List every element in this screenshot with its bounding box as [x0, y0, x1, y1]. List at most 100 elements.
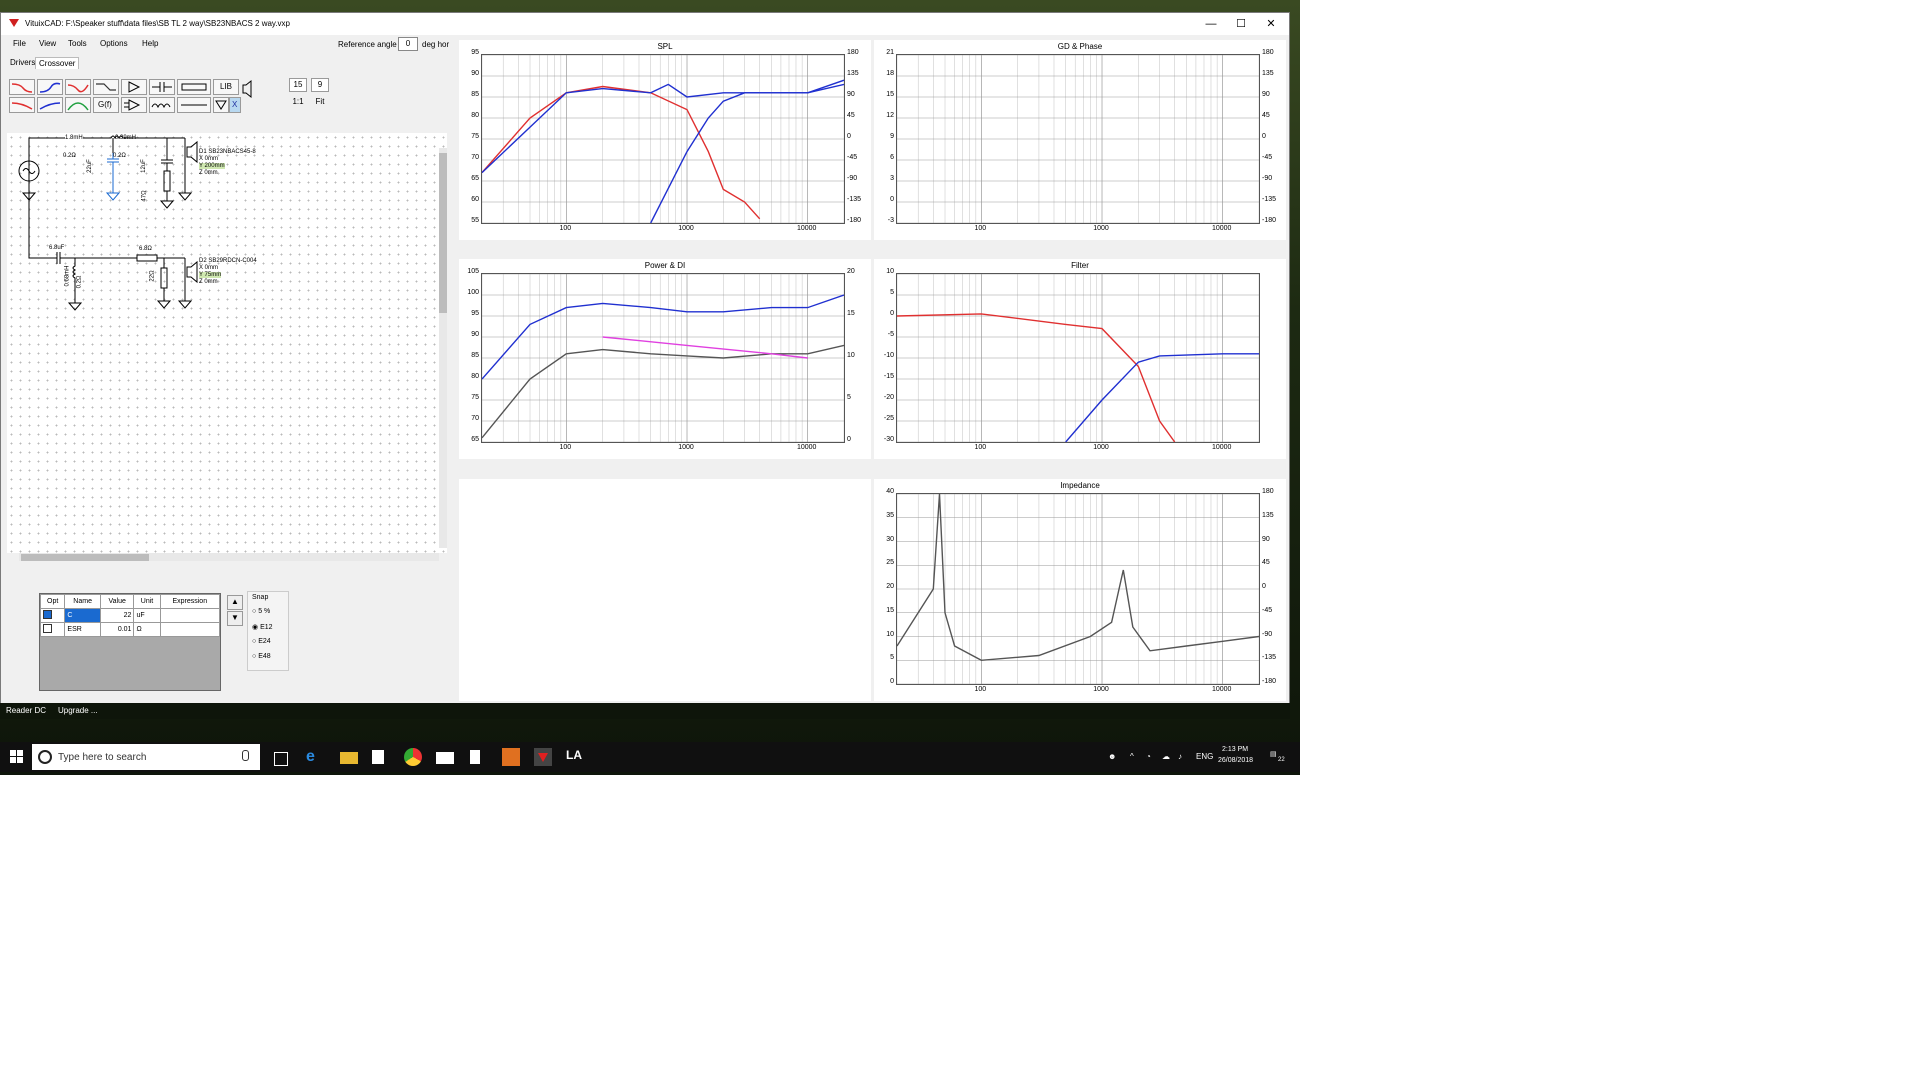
menu-options[interactable]: Options — [100, 39, 128, 48]
y-left-tick-label: 85 — [471, 352, 479, 359]
lowpass-alt-icon[interactable] — [9, 97, 35, 113]
resistor-icon[interactable] — [177, 79, 211, 95]
calculator-icon[interactable] — [502, 748, 520, 766]
tab-drivers[interactable]: Drivers — [7, 57, 38, 68]
lowpass-icon[interactable] — [9, 79, 35, 95]
windows-start-icon[interactable] — [10, 750, 24, 764]
r6-label[interactable]: 22Ω — [150, 270, 156, 281]
file-explorer-icon[interactable] — [340, 752, 358, 764]
zoom-reset-button[interactable]: 1:1 — [289, 96, 307, 110]
highpass-alt-icon[interactable] — [37, 97, 63, 113]
opamp-icon[interactable] — [121, 97, 147, 113]
delete-button[interactable]: X — [229, 97, 241, 113]
schematic-vertical-scroll-thumb[interactable] — [439, 153, 447, 313]
param-expression[interactable] — [159, 608, 221, 623]
library-button[interactable]: LIB — [213, 79, 239, 95]
snap-option-e24[interactable]: ○ E24 — [252, 638, 271, 645]
spl-graph-panel[interactable]: SPL 95 90 85 80 75 70 65 60 55 180 135 90 45 0 -45 -90 -1… — [459, 40, 871, 240]
clock-date[interactable]: 26/08/2018 — [1218, 757, 1253, 764]
param-value[interactable]: 22 — [99, 608, 135, 623]
table-row[interactable]: ESR 0.01 Ω — [39, 622, 221, 637]
power-di-graph-panel[interactable]: Power & DI 105 100 95 90 85 80 75 70 65 20 15 10 5 0 10… — [459, 259, 871, 459]
zoom-fit-button[interactable]: Fit — [311, 96, 329, 110]
param-value[interactable]: 0.01 — [99, 622, 135, 637]
menu-tools[interactable]: Tools — [68, 39, 87, 48]
menu-help[interactable]: Help — [142, 39, 158, 48]
vituixcad-taskbar-icon[interactable] — [534, 748, 552, 766]
l1-label[interactable]: 1.8mH — [65, 135, 83, 141]
graph-plot-area[interactable] — [481, 54, 845, 224]
impedance-graph-panel[interactable]: Impedance 40 35 30 25 20 15 10 5 0 180 135 90 45 0 -45 -… — [874, 479, 1286, 701]
table-row[interactable]: C 22 uF — [39, 608, 221, 623]
param-expression[interactable] — [159, 622, 221, 637]
tab-crossover[interactable]: Crossover — [35, 57, 80, 69]
status-left-2[interactable]: Upgrade ... — [58, 706, 98, 715]
inductor-icon[interactable] — [149, 97, 175, 113]
onedrive-icon[interactable]: ☁ — [1162, 752, 1170, 761]
edge-browser-icon[interactable]: e — [306, 748, 324, 766]
y-right-tick-label: 90 — [1262, 91, 1270, 98]
minimize-button[interactable]: — — [1197, 16, 1225, 32]
snap-option-e48[interactable]: ○ E48 — [252, 653, 271, 660]
d1-name[interactable]: D1 SB23NBACS45-8 — [199, 149, 256, 155]
menu-file[interactable]: File — [13, 39, 26, 48]
wire-icon[interactable] — [177, 97, 211, 113]
close-button[interactable]: ✕ — [1257, 16, 1285, 32]
volume-icon[interactable]: ♪ — [1178, 752, 1182, 761]
language-indicator[interactable]: ENG — [1196, 752, 1213, 761]
microphone-icon[interactable] — [242, 750, 249, 761]
l3-label[interactable]: 0.68mH — [65, 265, 71, 286]
title-bar[interactable]: VituixCAD: F:\Speaker stuff\data files\S… — [1, 13, 1289, 35]
taskbar-search[interactable]: Type here to search — [32, 744, 260, 770]
opt-checkbox[interactable] — [39, 608, 66, 623]
snap-option-e12[interactable]: ◉ E12 — [252, 623, 273, 631]
transfer-function-button[interactable]: G(f) — [93, 97, 119, 113]
capacitor-icon[interactable] — [149, 79, 175, 95]
notepad-icon[interactable] — [470, 750, 480, 764]
opt-checkbox[interactable] — [39, 622, 66, 637]
schematic-canvas[interactable]: 1.8mH 0.2Ω 22uF 0.39mH 0.2Ω 12uF 47Ω D1 … — [7, 133, 447, 553]
clock-time[interactable]: 2:13 PM — [1222, 746, 1248, 753]
filter-graph-panel[interactable]: Filter 10 5 0 -5 -10 -15 -20 -25 -30 100 1000 10000 — [874, 259, 1286, 459]
graph-plot-area[interactable] — [896, 493, 1260, 685]
c3-label[interactable]: 6.8uF — [49, 245, 64, 251]
gd-phase-graph-panel[interactable]: GD & Phase 21 18 15 12 9 6 3 0 -3 180 135 90 45 0 -45 -9… — [874, 40, 1286, 240]
y-left-tick-label: 5 — [890, 289, 894, 296]
menu-view[interactable]: View — [39, 39, 56, 48]
header-unit: Unit — [133, 594, 161, 609]
speaker-icon[interactable] — [241, 79, 255, 113]
shelf-icon[interactable] — [93, 79, 119, 95]
schematic-horizontal-scroll-thumb[interactable] — [21, 554, 149, 561]
notification-icon[interactable]: ▤ — [1270, 750, 1277, 758]
chevron-up-icon[interactable]: ^ — [1130, 752, 1134, 761]
move-up-button[interactable]: ▲ — [227, 595, 243, 610]
app-la-icon[interactable]: LA — [566, 748, 584, 766]
status-left-1[interactable]: Reader DC — [6, 706, 46, 715]
l2-label[interactable]: 0.39mH — [115, 135, 136, 141]
chrome-icon[interactable] — [404, 748, 422, 766]
bandpass-icon[interactable] — [65, 97, 91, 113]
people-icon[interactable]: ☻ — [1108, 752, 1116, 761]
graph-plot-area[interactable] — [896, 54, 1260, 224]
buffer-icon[interactable] — [121, 79, 147, 95]
reference-angle-input[interactable]: 0 — [398, 37, 418, 51]
store-icon[interactable] — [372, 750, 384, 764]
move-down-button[interactable]: ▼ — [227, 611, 243, 626]
c2-label[interactable]: 12uF — [141, 159, 147, 173]
mail-icon[interactable] — [436, 752, 454, 764]
d2-name[interactable]: D2 SB29RDCN-C004 — [199, 258, 257, 264]
r3-label[interactable]: 47Ω — [142, 190, 148, 201]
snap-option-5pct[interactable]: ○ 5 % — [252, 608, 270, 615]
task-view-icon[interactable] — [274, 752, 288, 766]
graph-plot-area[interactable] — [896, 273, 1260, 443]
ground-icon[interactable] — [213, 97, 229, 113]
graph-plot-area[interactable] — [481, 273, 845, 443]
c1-label[interactable]: 22uF — [87, 159, 93, 173]
grid-y-input[interactable]: 9 — [311, 78, 329, 92]
maximize-button[interactable]: ☐ — [1227, 16, 1255, 32]
grid-x-input[interactable]: 15 — [289, 78, 307, 92]
r5-label[interactable]: 6.8Ω — [139, 246, 152, 252]
notch-icon[interactable] — [65, 79, 91, 95]
network-icon[interactable]: ◔ — [1146, 752, 1151, 761]
highpass-icon[interactable] — [37, 79, 63, 95]
